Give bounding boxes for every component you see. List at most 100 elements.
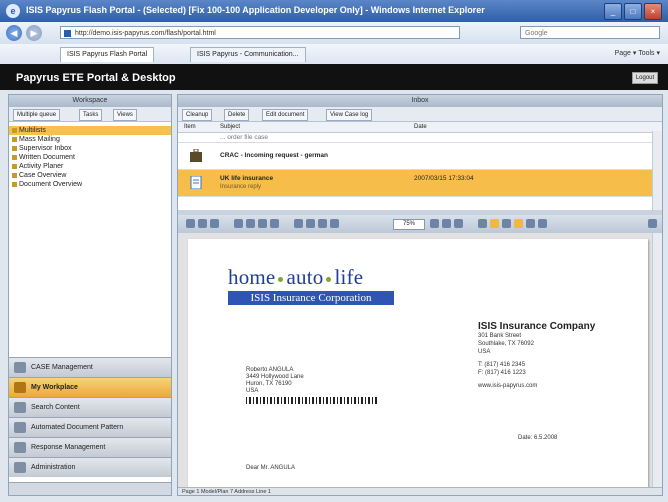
folder-icon: [12, 164, 17, 169]
search-text-icon[interactable]: [442, 219, 451, 228]
minimize-button[interactable]: _: [604, 3, 622, 20]
tasks-button[interactable]: Tasks: [79, 109, 103, 121]
inbox-header: Inbox: [178, 95, 662, 107]
logo-subtitle: ISIS Insurance Corporation: [228, 291, 394, 305]
tree-item-mass-mailing[interactable]: Mass Mailing: [9, 135, 171, 144]
table-row[interactable]: CRAC - Incoming request - german: [178, 143, 662, 170]
document-pattern-icon: [14, 422, 26, 433]
logout-button[interactable]: Logout: [632, 72, 658, 84]
layout-icon[interactable]: [526, 219, 535, 228]
settings-icon[interactable]: [538, 219, 547, 228]
nav-search-content[interactable]: Search Content: [9, 397, 171, 417]
folder-icon: [12, 146, 17, 151]
table-row[interactable]: UK life insurance Insurance reply 2007/0…: [178, 170, 662, 197]
left-panel-toolbar: Multiple queue Tasks Views: [9, 107, 171, 122]
left-panel-footer: [9, 482, 171, 495]
folder-icon: [12, 128, 17, 133]
address-bar[interactable]: http://demo.isis-papyrus.com/flash/porta…: [60, 26, 460, 39]
multiple-queue-button[interactable]: Multiple queue: [13, 109, 61, 121]
page-tools-menu[interactable]: Page ▾ Tools ▾: [615, 49, 660, 57]
forward-button[interactable]: ▶: [26, 25, 42, 41]
prev-page-icon[interactable]: [246, 219, 255, 228]
view-case-log-button[interactable]: View Case log: [326, 109, 373, 121]
logo-dot-icon: [326, 276, 332, 282]
letter-date: Date: 6.5.2008: [518, 435, 558, 441]
views-button[interactable]: Views: [113, 109, 137, 121]
page-favicon-icon: [64, 30, 71, 37]
zoom-select[interactable]: 75%: [393, 219, 425, 230]
recipient-address: Roberto ANGULA 3449 Hollywood Lane Huron…: [246, 367, 378, 404]
document-page: home auto life ISIS Insurance Corporation …: [188, 239, 648, 489]
workplace-icon: [14, 382, 26, 393]
save-icon[interactable]: [198, 219, 207, 228]
search-icon: [14, 402, 26, 413]
annotation-icon[interactable]: [490, 219, 499, 228]
copy-icon[interactable]: [210, 219, 219, 228]
column-subject[interactable]: Subject: [220, 122, 240, 132]
viewer-toolbar: 75%: [178, 215, 662, 234]
tree-item-case-overview[interactable]: Case Overview: [9, 171, 171, 180]
fit-width-icon[interactable]: [330, 219, 339, 228]
zoom-out-icon[interactable]: [294, 219, 303, 228]
browser-title-bar: e ISIS Papyrus Flash Portal - (Selected)…: [0, 0, 668, 22]
company-name: ISIS Insurance Company: [478, 321, 596, 332]
back-button[interactable]: ◀: [6, 25, 22, 41]
highlight-icon[interactable]: [454, 219, 463, 228]
nav-response-management[interactable]: Response Management: [9, 437, 171, 457]
tree-item-document-overview[interactable]: Document Overview: [9, 180, 171, 189]
inbox-toolbar: Cleanup Delete Edit document View Case l…: [178, 107, 662, 122]
inbox-scrollbar[interactable]: [652, 131, 662, 210]
nav-administration[interactable]: Administration: [9, 457, 171, 477]
folder-icon: [12, 182, 17, 187]
response-icon: [14, 442, 26, 453]
tab-communication[interactable]: ISIS Papyrus - Communication...: [190, 47, 306, 62]
logo-dot-icon: [278, 276, 284, 282]
edit-document-button[interactable]: Edit document: [262, 109, 309, 121]
tree-item-multilists[interactable]: Multilists: [9, 126, 171, 135]
folder-icon: [12, 155, 17, 160]
letter-salutation: Dear Mr. ANGULA: [246, 465, 296, 471]
viewer-menu-icon[interactable]: [648, 219, 657, 228]
rotate-icon[interactable]: [430, 219, 439, 228]
address-toolbar: ◀ ▶ http://demo.isis-papyrus.com/flash/p…: [0, 22, 668, 44]
document-viewer[interactable]: home auto life ISIS Insurance Corporation …: [178, 233, 653, 489]
case-icon: [14, 362, 26, 373]
nav-my-workplace[interactable]: My Workplace: [9, 377, 171, 397]
document-icon: [190, 176, 202, 189]
tab-flash-portal[interactable]: ISIS Papyrus Flash Portal: [60, 47, 155, 62]
fit-page-icon[interactable]: [318, 219, 327, 228]
note-icon[interactable]: [514, 219, 523, 228]
thumbnail-icon[interactable]: [478, 219, 487, 228]
column-item[interactable]: Item: [184, 122, 196, 132]
tree-item-supervisor-inbox[interactable]: Supervisor Inbox: [9, 144, 171, 153]
workspace-tree: Multilists Mass Mailing Supervisor Inbox…: [9, 122, 171, 189]
postal-barcode: [246, 397, 378, 404]
tree-item-activity-planer[interactable]: Activity Planer: [9, 162, 171, 171]
nav-automated-document-pattern[interactable]: Automated Document Pattern: [9, 417, 171, 437]
stamp-icon[interactable]: [502, 219, 511, 228]
column-date[interactable]: Date: [414, 122, 427, 132]
inbox-column-headers: Item Subject Date: [178, 122, 662, 133]
tree-item-written-document[interactable]: Written Document: [9, 153, 171, 162]
maximize-button[interactable]: □: [624, 3, 642, 20]
search-input[interactable]: Google: [520, 26, 660, 39]
cleanup-button[interactable]: Cleanup: [182, 109, 213, 121]
folder-icon: [12, 137, 17, 142]
address-text: http://demo.isis-papyrus.com/flash/porta…: [75, 30, 216, 37]
next-page-icon[interactable]: [258, 219, 267, 228]
sender-block: ISIS Insurance Company 301 Bank Street S…: [478, 321, 596, 389]
brand-logo: home auto life ISIS Insurance Corporation: [228, 265, 394, 305]
delete-button[interactable]: Delete: [224, 109, 250, 121]
nav-case-management[interactable]: CASE Management: [9, 357, 171, 377]
app-header: Papyrus ETE Portal & Desktop Logout: [0, 64, 668, 90]
zoom-in-icon[interactable]: [306, 219, 315, 228]
close-button[interactable]: ×: [644, 3, 662, 20]
right-panel: Inbox Cleanup Delete Edit document View …: [177, 94, 663, 496]
folder-icon: [12, 173, 17, 178]
table-row[interactable]: ... order file case: [178, 133, 662, 143]
print-icon[interactable]: [186, 219, 195, 228]
document-scrollbar[interactable]: [652, 233, 662, 487]
window-title: ISIS Papyrus Flash Portal - (Selected) […: [26, 5, 485, 15]
first-page-icon[interactable]: [234, 219, 243, 228]
last-page-icon[interactable]: [270, 219, 279, 228]
